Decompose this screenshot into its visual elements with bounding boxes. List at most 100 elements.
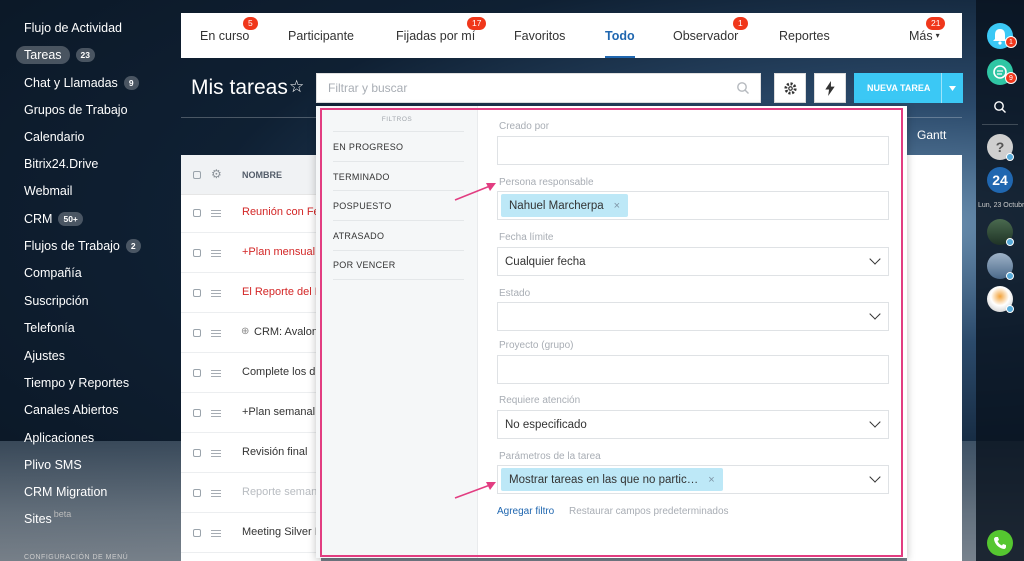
menu-item-suscripcion[interactable]: Suscripción <box>24 291 89 311</box>
remove-tag-icon[interactable]: × <box>708 474 714 486</box>
column-header-name[interactable]: NOMBRE <box>242 170 282 180</box>
task-name[interactable]: +Plan semanal <box>242 406 320 418</box>
params-select[interactable]: Mostrar tareas en las que no partic… × <box>497 465 889 494</box>
drag-handle-icon[interactable] <box>211 330 221 337</box>
drag-handle-icon[interactable] <box>211 410 221 417</box>
task-name[interactable]: Reporte seman <box>242 486 320 498</box>
task-name[interactable]: El Reporte del M <box>242 286 320 298</box>
table-row[interactable]: Reunión con Fe <box>181 193 321 233</box>
bitrix24-button[interactable]: 24 <box>987 167 1013 193</box>
menu-item-crm-migration[interactable]: CRM Migration <box>24 482 107 502</box>
add-filter-link[interactable]: Agregar filtro <box>497 506 554 517</box>
task-name[interactable]: Complete los d <box>242 366 320 378</box>
table-row[interactable]: +Plan mensual <box>181 233 321 273</box>
tab-fijadas[interactable]: Fijadas por mí 17 <box>396 13 487 58</box>
menu-item-tiempo-reportes[interactable]: Tiempo y Reportes <box>24 373 129 393</box>
menu-item-telefonia[interactable]: Telefonía <box>24 318 75 338</box>
task-name[interactable]: Reunión con Fe <box>242 206 320 218</box>
menu-item-flujos-trabajo[interactable]: Flujos de Trabajo 2 <box>24 236 141 256</box>
drag-handle-icon[interactable] <box>211 490 221 497</box>
table-row[interactable]: Meeting Silver I <box>181 513 321 553</box>
menu-item-sites[interactable]: Sites beta <box>24 509 71 529</box>
avatar[interactable] <box>987 253 1014 280</box>
menu-item-plivo-sms[interactable]: Plivo SMS <box>24 455 82 475</box>
row-checkbox[interactable] <box>193 249 201 257</box>
phone-button[interactable] <box>987 530 1013 556</box>
tab-en-curso[interactable]: En curso 5 <box>200 13 258 58</box>
table-row[interactable]: El Reporte del M <box>181 273 321 313</box>
menu-item-canales-abiertos[interactable]: Canales Abiertos <box>24 400 119 420</box>
drag-handle-icon[interactable] <box>211 450 221 457</box>
row-checkbox[interactable] <box>193 449 201 457</box>
search-input[interactable]: Filtrar y buscar <box>316 73 761 103</box>
restore-fields-link[interactable]: Restaurar campos predeterminados <box>569 506 729 517</box>
gear-icon[interactable]: ⚙ <box>211 167 222 181</box>
menu-item-chat[interactable]: Chat y Llamadas 9 <box>24 73 139 93</box>
menu-item-tareas[interactable]: Tareas 23 <box>16 45 95 65</box>
automation-button[interactable] <box>814 73 846 103</box>
tab-favoritos[interactable]: Favoritos <box>514 13 565 58</box>
chat-button[interactable]: 9 <box>987 59 1017 85</box>
row-checkbox[interactable] <box>193 369 201 377</box>
preset-en-progreso[interactable]: EN PROGRESO <box>333 131 464 161</box>
settings-button[interactable] <box>774 73 806 103</box>
drag-handle-icon[interactable] <box>211 290 221 297</box>
status-select[interactable] <box>497 302 889 331</box>
menu-item-drive[interactable]: Bitrix24.Drive <box>24 154 98 174</box>
params-tag[interactable]: Mostrar tareas en las que no partic… × <box>501 468 723 491</box>
menu-item-aplicaciones[interactable]: Aplicaciones <box>24 428 94 448</box>
row-checkbox[interactable] <box>193 329 201 337</box>
help-button[interactable]: ? <box>987 134 1014 161</box>
drag-handle-icon[interactable] <box>211 210 221 217</box>
responsible-tag[interactable]: Nahuel Marcherpa × <box>501 194 629 217</box>
drag-handle-icon[interactable] <box>211 370 221 377</box>
gantt-link[interactable]: Gantt <box>917 128 946 142</box>
avatar[interactable] <box>987 219 1014 246</box>
row-checkbox[interactable] <box>193 409 201 417</box>
menu-item-ajustes[interactable]: Ajustes <box>24 346 65 366</box>
new-task-button[interactable]: NUEVA TAREA <box>854 73 963 103</box>
drag-handle-icon[interactable] <box>211 530 221 537</box>
project-field[interactable] <box>497 355 889 384</box>
tab-participante[interactable]: Participante <box>288 13 354 58</box>
remove-tag-icon[interactable]: × <box>614 200 620 212</box>
preset-atrasado[interactable]: ATRASADO <box>333 220 464 250</box>
tab-todo[interactable]: Todo <box>605 13 635 58</box>
tab-mas[interactable]: Más ▾ 21 <box>909 13 946 58</box>
menu-item-flujo-actividad[interactable]: Flujo de Actividad <box>24 18 122 38</box>
table-row[interactable]: ⊕ CRM: Avalon <box>181 313 321 353</box>
task-name[interactable]: Meeting Silver I <box>242 526 320 538</box>
tab-observador[interactable]: Observador 1 <box>673 13 748 58</box>
task-name[interactable]: +Plan mensual <box>242 246 320 258</box>
table-row[interactable]: Complete los d <box>181 353 321 393</box>
star-icon[interactable]: ☆ <box>289 77 304 97</box>
row-checkbox[interactable] <box>193 289 201 297</box>
task-name[interactable]: CRM: Avalon <box>254 326 320 338</box>
search-icon[interactable] <box>993 100 1007 114</box>
chevron-down-icon[interactable] <box>941 73 963 103</box>
drag-handle-icon[interactable] <box>211 250 221 257</box>
table-row[interactable]: Revisión final <box>181 433 321 473</box>
tab-reportes[interactable]: Reportes <box>779 13 830 58</box>
row-checkbox[interactable] <box>193 529 201 537</box>
menu-item-grupos[interactable]: Grupos de Trabajo <box>24 100 128 120</box>
avatar[interactable] <box>987 286 1014 313</box>
menu-item-webmail[interactable]: Webmail <box>24 181 72 201</box>
task-name[interactable]: Revisión final <box>242 446 320 458</box>
menu-config-link[interactable]: CONFIGURACIÓN DE MENÚ <box>24 554 128 561</box>
menu-item-compania[interactable]: Compañía <box>24 263 82 283</box>
row-checkbox[interactable] <box>193 209 201 217</box>
deadline-select[interactable]: Cualquier fecha <box>497 247 889 276</box>
menu-item-calendario[interactable]: Calendario <box>24 127 84 147</box>
search-icon[interactable] <box>736 81 750 95</box>
attention-select[interactable]: No especificado <box>497 410 889 439</box>
preset-pospuesto[interactable]: POSPUESTO <box>333 190 464 220</box>
table-row[interactable]: Reporte seman <box>181 473 321 513</box>
notifications-button[interactable]: 1 <box>987 23 1017 49</box>
menu-item-crm[interactable]: CRM 50+ <box>24 209 83 229</box>
table-row[interactable]: +Plan semanal <box>181 393 321 433</box>
created-by-field[interactable] <box>497 136 889 165</box>
row-checkbox[interactable] <box>193 489 201 497</box>
responsible-field[interactable]: Nahuel Marcherpa × <box>497 191 889 220</box>
select-all-checkbox[interactable] <box>193 171 201 179</box>
